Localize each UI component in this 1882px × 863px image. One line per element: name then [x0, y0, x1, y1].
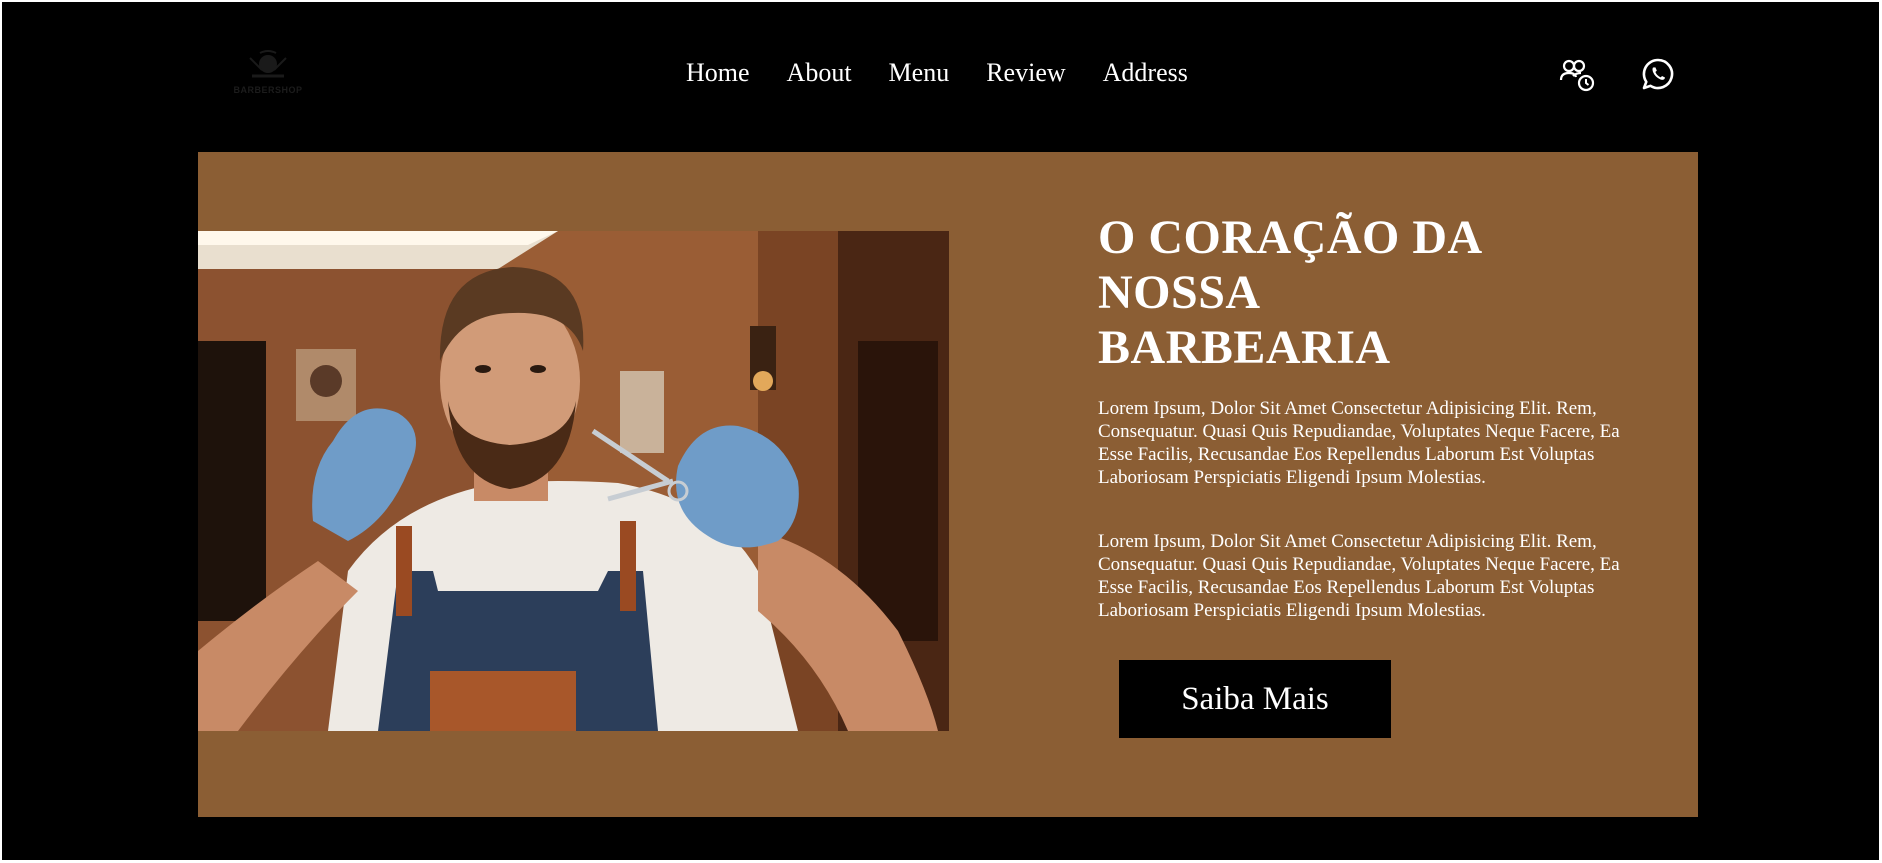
barbershop-logo-icon [249, 49, 287, 77]
whatsapp-icon[interactable] [1638, 54, 1678, 94]
site-header: BARBERSHOP Home About Menu Review Addres… [2, 2, 1879, 152]
users-clock-icon[interactable] [1558, 56, 1598, 96]
saiba-mais-button[interactable]: Saiba Mais [1119, 660, 1391, 738]
nav-address[interactable]: Address [1103, 58, 1188, 88]
nav-menu[interactable]: Menu [889, 58, 950, 88]
logo-text: BARBERSHOP [233, 84, 303, 95]
nav-review[interactable]: Review [986, 58, 1065, 88]
page-frame: BARBERSHOP Home About Menu Review Addres… [2, 2, 1879, 860]
hero-paragraph-2: Lorem Ipsum, Dolor Sit Amet Consectetur … [1098, 531, 1620, 621]
hero-title: O CORAÇÃO DA NOSSA BARBEARIA [1098, 211, 1481, 374]
nav-home[interactable]: Home [686, 58, 750, 88]
barber-photo [198, 231, 949, 731]
hero-section: O CORAÇÃO DA NOSSA BARBEARIA Lorem Ipsum… [198, 152, 1698, 817]
hero-paragraph-1: Lorem Ipsum, Dolor Sit Amet Consectetur … [1098, 398, 1620, 488]
hero-content: O CORAÇÃO DA NOSSA BARBEARIA Lorem Ipsum… [1098, 210, 1658, 622]
main-nav: Home About Menu Review Address [686, 58, 1225, 88]
nav-about[interactable]: About [787, 58, 852, 88]
barbershop-logo[interactable]: BARBERSHOP [226, 44, 310, 100]
